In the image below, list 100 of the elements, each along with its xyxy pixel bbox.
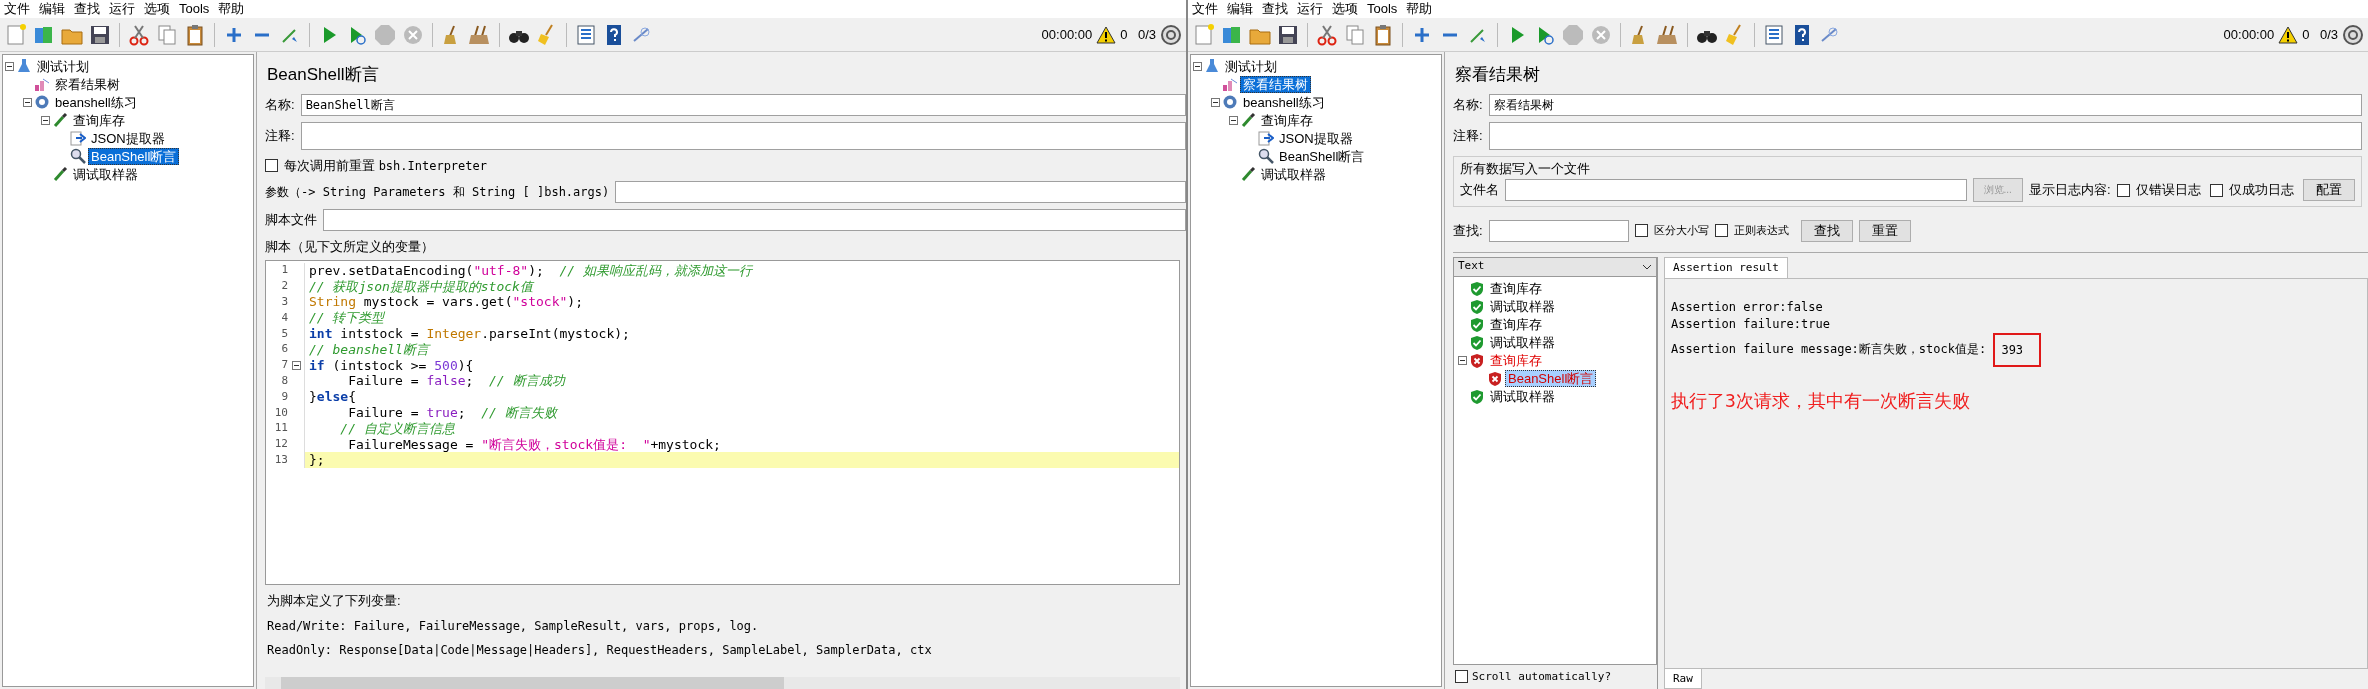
menu-item[interactable]: 运行: [109, 1, 135, 17]
fold-icon[interactable]: [292, 360, 301, 370]
tree-item[interactable]: beanshell练习: [1240, 93, 1328, 111]
globe-icon[interactable]: [1160, 23, 1182, 46]
tree-item[interactable]: JSON提取器: [1276, 129, 1356, 147]
collapse-icon[interactable]: [1193, 61, 1202, 71]
menu-item[interactable]: 文件: [4, 1, 30, 17]
result-text: Assertion failure message:断言失败，stock值是:: [1671, 341, 1988, 358]
checkbox[interactable]: [1714, 224, 1728, 237]
menu-item[interactable]: 帮助: [218, 1, 245, 17]
field-label: 名称:: [1453, 95, 1483, 114]
warning-icon[interactable]: [1096, 25, 1117, 44]
menu-item[interactable]: 帮助: [1406, 1, 1433, 17]
tab[interactable]: Raw: [1664, 669, 1702, 689]
elapsed-time: 00:00:00: [1041, 25, 1093, 44]
list-icon[interactable]: [1762, 22, 1786, 47]
text-field[interactable]: [615, 181, 1186, 203]
tree-item[interactable]: 查询库存: [1487, 316, 1545, 333]
menu-item[interactable]: 编辑: [1227, 1, 1253, 17]
tree-item[interactable]: 调试取样器: [1487, 298, 1558, 315]
line-number: 3: [280, 294, 289, 310]
menu-item[interactable]: 选项: [1332, 1, 1358, 17]
line-number: 7: [280, 357, 289, 374]
tree-item[interactable]: 调试取样器: [70, 165, 141, 183]
menu-item[interactable]: 运行: [1297, 1, 1323, 17]
info-title: 为脚本定义了下列变量:: [267, 592, 402, 610]
collapse-icon[interactable]: [1458, 356, 1467, 365]
collapse-icon[interactable]: [5, 61, 14, 71]
chart-icon: [1222, 76, 1238, 92]
line-number: 5: [280, 325, 289, 342]
tree-item[interactable]: beanshell练习: [52, 93, 140, 111]
tree-item[interactable]: 查询库存: [1487, 352, 1545, 369]
warning-count: 0: [1120, 25, 1128, 44]
list-icon[interactable]: [574, 22, 598, 47]
view-mode-dropdown[interactable]: Text: [1453, 256, 1657, 277]
code-line: // beanshell断言: [304, 341, 1179, 358]
elapsed-time: 00:00:00: [2223, 25, 2275, 44]
code-line: prev.setDataEncoding("utf-8"); // 如果响应乱码，就添加这一行: [304, 262, 1179, 279]
text-field[interactable]: [323, 209, 1186, 231]
config-button[interactable]: 配置: [2303, 179, 2355, 201]
collapse-icon[interactable]: [41, 115, 50, 125]
checkbox[interactable]: [1455, 670, 1468, 684]
collapse-icon[interactable]: [23, 97, 32, 107]
collapse-icon[interactable]: [1211, 97, 1220, 107]
tab[interactable]: Assertion result: [1664, 256, 1788, 278]
text-field[interactable]: [300, 121, 1186, 150]
search-field[interactable]: [1488, 219, 1629, 242]
code-line: // 自定义断言信息: [304, 420, 1179, 437]
tree-item[interactable]: 测试计划: [1222, 57, 1280, 75]
checkbox-label: 每次调用前重置 bsh.Interpreter: [284, 156, 487, 175]
tree-item[interactable]: BeanShell断言: [88, 147, 180, 165]
line-number: 1: [280, 262, 289, 279]
tree-item[interactable]: 测试计划: [34, 57, 92, 75]
warning-icon[interactable]: [2278, 25, 2299, 44]
line-number: 4: [280, 309, 289, 326]
text-field[interactable]: [1488, 121, 2362, 150]
flask-icon: [1204, 58, 1220, 74]
menu-item[interactable]: 文件: [1192, 1, 1218, 17]
checkbox-label: 仅错误日志: [2135, 181, 2201, 200]
magnifier-icon: [70, 148, 86, 164]
arrow-icon: [70, 130, 86, 146]
field-label: 查找:: [1453, 221, 1483, 240]
field-label: 注释:: [265, 126, 295, 145]
tree-item[interactable]: BeanShell断言: [1276, 147, 1368, 165]
info-text: Read/Write: Failure, FailureMessage, SampleResult, vars, props, log.: [267, 617, 760, 635]
scrollbar[interactable]: [265, 677, 1180, 689]
menu-item[interactable]: Tools: [179, 1, 210, 17]
tree-item[interactable]: 调试取样器: [1487, 388, 1558, 405]
tree-item[interactable]: 调试取样器: [1487, 334, 1558, 351]
tree-item[interactable]: 查询库存: [1487, 280, 1545, 297]
menu-item[interactable]: 查找: [74, 1, 100, 17]
arrow-icon: [1258, 130, 1274, 146]
collapse-icon[interactable]: [1229, 115, 1238, 125]
annotation-text: 执行了3次请求，其中有一次断言失败: [1671, 388, 1971, 413]
text-field[interactable]: [1505, 179, 1967, 201]
tree-item[interactable]: 查询库存: [1258, 111, 1316, 129]
text-field[interactable]: 察看结果树: [1488, 93, 2362, 116]
code-line: // 获取json提取器中提取的stock值: [304, 278, 1179, 295]
menu-item[interactable]: Tools: [1367, 1, 1398, 17]
field-label: 文件名: [1460, 181, 1499, 200]
tree-item[interactable]: 察看结果树: [1240, 75, 1311, 93]
globe-icon[interactable]: [2342, 23, 2364, 46]
checkbox[interactable]: [1634, 224, 1648, 237]
menu-item[interactable]: 编辑: [39, 1, 65, 17]
reset-checkbox[interactable]: [265, 158, 278, 172]
checkbox[interactable]: [2209, 183, 2223, 197]
menu-item[interactable]: 选项: [144, 1, 170, 17]
tree-item[interactable]: 调试取样器: [1258, 165, 1329, 183]
info-text: ReadOnly: Response[Data|Code|Message|Headers], RequestHeaders, SampleLabel, SamplerData, ctx: [267, 641, 933, 659]
pipette-icon: [1240, 112, 1256, 128]
tree-item[interactable]: JSON提取器: [88, 129, 168, 147]
code-line: // 转下类型: [304, 310, 1179, 326]
reset-button[interactable]: 重置: [1859, 219, 1912, 242]
tree-item[interactable]: 查询库存: [70, 111, 128, 129]
menu-item[interactable]: 查找: [1262, 1, 1288, 17]
tree-item[interactable]: 察看结果树: [52, 75, 123, 93]
tree-item[interactable]: BeanShell断言: [1505, 370, 1597, 387]
checkbox[interactable]: [2116, 183, 2130, 197]
text-field[interactable]: BeanShell断言: [300, 93, 1186, 116]
find-button[interactable]: 查找: [1801, 219, 1854, 242]
